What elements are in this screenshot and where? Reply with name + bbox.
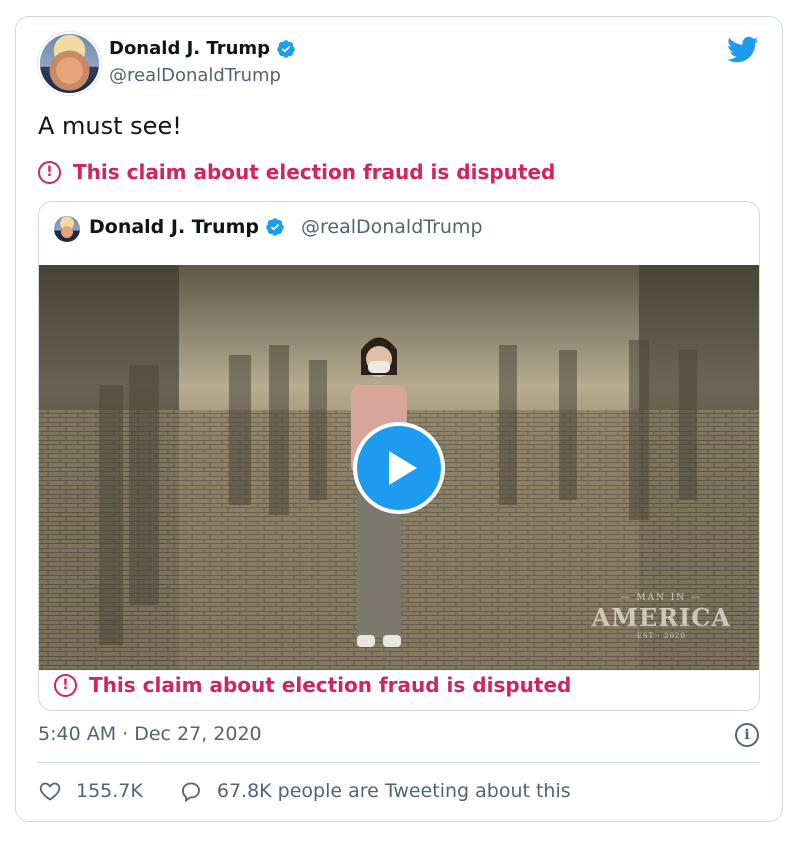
- quoted-dispute-notice[interactable]: ! This claim about election fraud is dis…: [54, 673, 571, 697]
- quoted-author-handle[interactable]: @realDonaldTrump: [301, 216, 483, 238]
- speech-bubble-icon: [181, 782, 200, 803]
- author-avatar[interactable]: [38, 32, 101, 95]
- quoted-dispute-notice-text[interactable]: This claim about election fraud is dispu…: [89, 673, 571, 697]
- like-button[interactable]: 155.7K: [38, 779, 143, 803]
- author-name[interactable]: Donald J. Trump: [109, 38, 270, 59]
- tweet-timestamp[interactable]: 5:40 AM · Dec 27, 2020: [38, 723, 262, 745]
- action-bar: 155.7K 67.8K people are Tweeting about t…: [38, 779, 571, 803]
- alert-circle-icon: !: [38, 160, 61, 184]
- watermark-line2: AMERICA: [591, 603, 731, 632]
- twitter-bird-icon[interactable]: [727, 36, 759, 64]
- like-count: 155.7K: [76, 780, 143, 802]
- quoted-author-avatar[interactable]: [54, 216, 80, 242]
- verified-badge-icon: [266, 218, 284, 236]
- author-handle[interactable]: @realDonaldTrump: [109, 65, 296, 86]
- play-icon: [389, 451, 417, 485]
- verified-badge-icon: [277, 39, 295, 58]
- dispute-notice[interactable]: ! This claim about election fraud is dis…: [38, 160, 555, 184]
- watermark-line3: EST · 2020: [636, 632, 686, 640]
- quoted-author-name[interactable]: Donald J. Trump: [89, 216, 259, 238]
- conversation-button[interactable]: 67.8K people are Tweeting about this: [179, 779, 571, 803]
- divider: [38, 762, 760, 763]
- alert-circle-icon: !: [54, 673, 77, 697]
- watermark-line1: — MAN IN —: [620, 593, 703, 603]
- play-button[interactable]: [353, 422, 445, 514]
- tweet-embed-card[interactable]: Donald J. Trump @realDonaldTrump A must …: [15, 16, 783, 822]
- info-icon[interactable]: i: [735, 723, 759, 747]
- video-watermark: — MAN IN — AMERICA EST · 2020: [592, 593, 731, 640]
- author-block[interactable]: Donald J. Trump @realDonaldTrump: [109, 38, 296, 86]
- heart-icon: [39, 782, 61, 801]
- dispute-notice-text[interactable]: This claim about election fraud is dispu…: [73, 160, 555, 184]
- video-player[interactable]: — MAN IN — AMERICA EST · 2020: [39, 265, 759, 670]
- quoted-tweet[interactable]: Donald J. Trump @realDonaldTrump — MAN I…: [38, 201, 760, 711]
- tweet-text: A must see!: [38, 112, 182, 140]
- conversation-text: 67.8K people are Tweeting about this: [216, 780, 571, 802]
- quoted-author-row[interactable]: Donald J. Trump @realDonaldTrump: [89, 216, 483, 238]
